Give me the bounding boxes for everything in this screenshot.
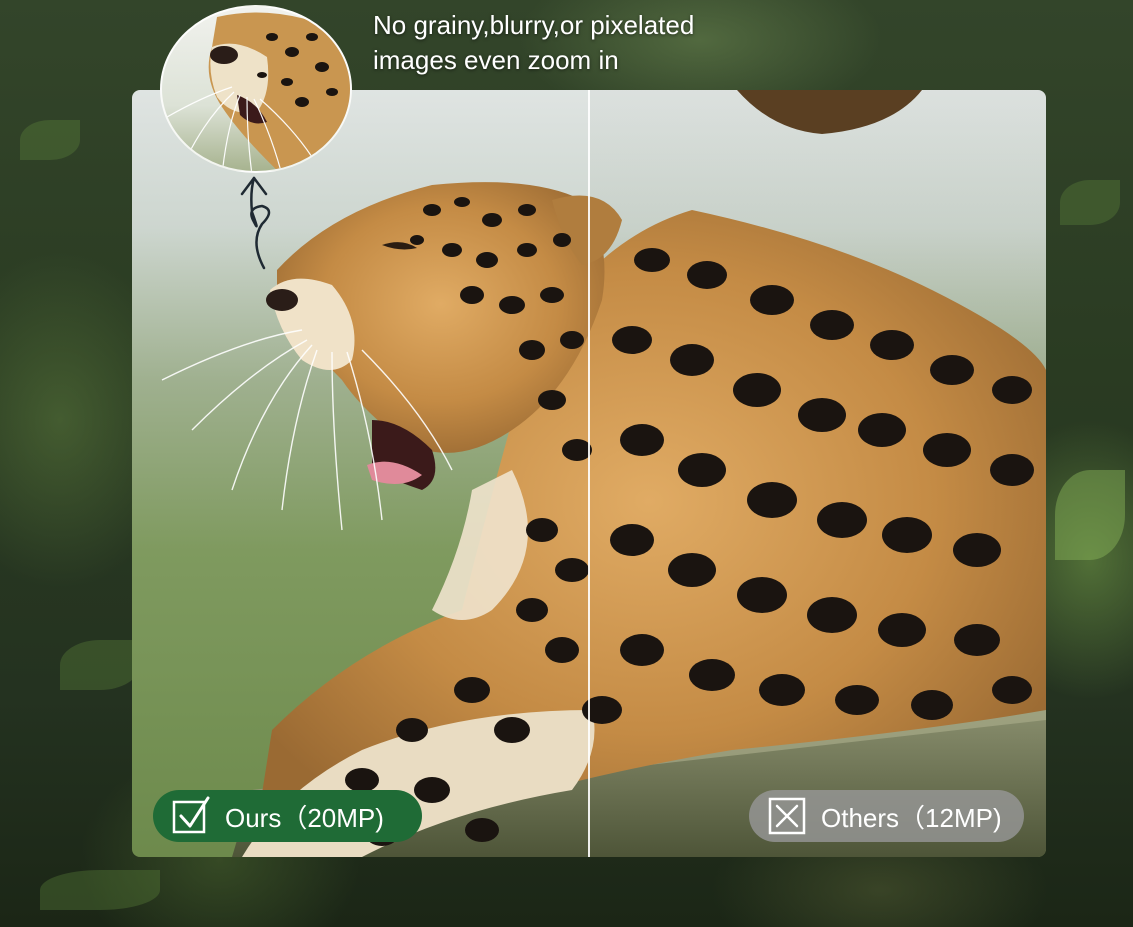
background-leaf [20, 120, 80, 160]
checked-box-icon [172, 796, 210, 834]
zoom-magnifier-circle [160, 5, 352, 173]
others-label: Others（12MP) [821, 802, 1002, 833]
headline-line-1: No grainy,blurry,or pixelated [373, 10, 695, 40]
headline-line-2: images even zoom in [373, 45, 619, 75]
others-12mp-badge: Others（12MP) [749, 790, 1024, 842]
comparison-divider [588, 90, 590, 857]
headline: No grainy,blurry,or pixelated images eve… [373, 8, 694, 78]
leopard-nose [266, 289, 298, 311]
background-leaf [60, 640, 140, 690]
background-fern [1055, 470, 1125, 560]
ours-20mp-badge: Ours（20MP) [153, 790, 422, 842]
branch [737, 90, 922, 134]
curly-up-arrow-icon [240, 176, 271, 270]
background-leaf [1060, 180, 1120, 225]
background-leaf [40, 870, 160, 910]
ours-label: Ours（20MP) [225, 802, 384, 833]
x-box-icon [768, 797, 806, 835]
